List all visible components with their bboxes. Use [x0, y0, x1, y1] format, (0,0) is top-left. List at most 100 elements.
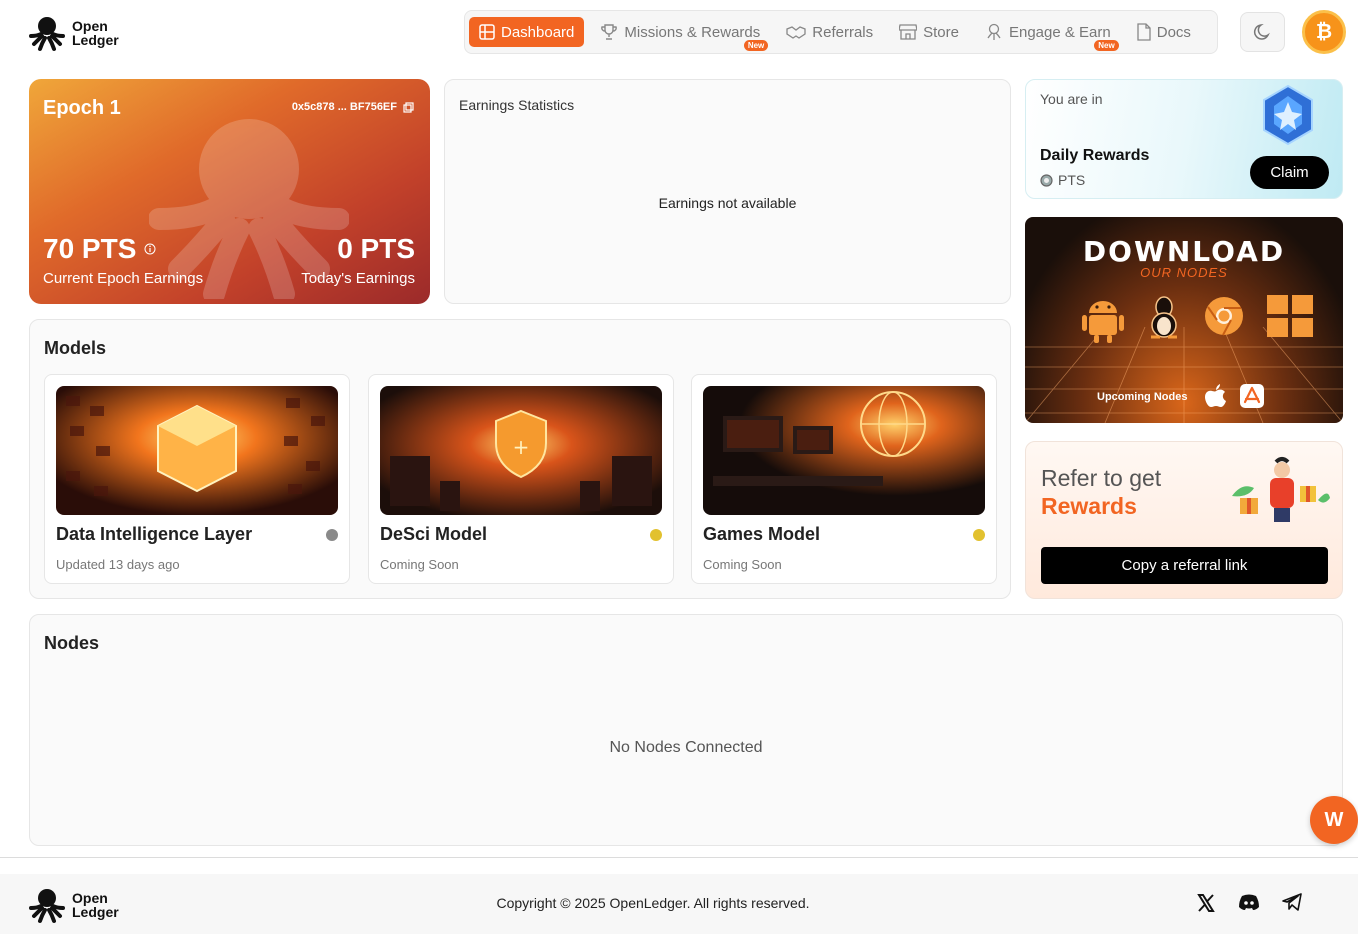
handshake-icon [786, 26, 806, 39]
model-card-desci[interactable]: + DeSci Model Coming Soon [368, 374, 674, 584]
copyright-text: Copyright © 2025 OpenLedger. All rights … [496, 895, 810, 911]
floating-widget-button[interactable]: W [1310, 796, 1358, 844]
refer-heading-line1: Refer to get [1041, 465, 1162, 491]
logo-line1: Open [72, 18, 108, 34]
download-title: DOWNLOAD [1082, 235, 1286, 268]
earnings-empty-state: Earnings not available [658, 195, 797, 211]
app-store-icon [1240, 384, 1264, 408]
openledger-logo[interactable]: Open Ledger [28, 14, 119, 52]
nodes-title: Nodes [44, 633, 100, 653]
telegram-icon[interactable] [1282, 893, 1302, 911]
model-card-games[interactable]: Games Model Coming Soon [691, 374, 997, 584]
claim-button[interactable]: Claim [1250, 156, 1329, 189]
download-subtitle: OUR NODES [1140, 265, 1228, 280]
model-name: DeSci Model [380, 524, 488, 544]
octopus-watermark-icon [149, 119, 349, 299]
download-nodes-banner[interactable]: DOWNLOAD OUR NODES Upcoming Nodes [1025, 217, 1343, 423]
earnings-title: Earnings Statistics [459, 97, 575, 113]
moon-icon [1253, 23, 1270, 40]
new-badge: New [743, 40, 769, 51]
model-image: + [380, 386, 662, 515]
theme-toggle-button[interactable] [1240, 12, 1285, 52]
nav-engage-label: Engage & Earn [1008, 23, 1111, 41]
copy-icon[interactable] [403, 101, 414, 113]
copy-referral-link-button[interactable]: Copy a referral link [1041, 547, 1328, 584]
android-icon [1082, 301, 1124, 343]
discord-icon[interactable] [1238, 893, 1260, 911]
rank-badge-icon [1263, 84, 1313, 146]
new-badge: New [1094, 40, 1119, 51]
model-image [703, 386, 985, 515]
model-image [56, 386, 338, 515]
model-status-dot [973, 529, 985, 541]
refer-card: Refer to get Rewards Copy a referral lin… [1025, 441, 1343, 599]
models-title: Models [44, 338, 107, 358]
footer-divider [0, 857, 1358, 858]
model-name: Data Intelligence Layer [56, 524, 253, 544]
wallet-address: 0x5c878 ... BF756EF [292, 101, 414, 113]
logo-line2: Ledger [72, 32, 119, 48]
today-points-value: 0 PTS [337, 233, 415, 264]
main-nav: Dashboard Missions & Rewards New Referra… [464, 10, 1218, 54]
refer-heading-line2: Rewards [1041, 493, 1137, 519]
model-status: Coming Soon [703, 557, 782, 572]
nav-docs[interactable]: Docs [1127, 17, 1201, 47]
linux-icon [1151, 296, 1177, 339]
daily-rewards-points-label: PTS [1058, 172, 1086, 188]
info-icon[interactable] [144, 243, 156, 255]
nav-docs-label: Docs [1156, 23, 1191, 41]
upcoming-platform-icons [1205, 383, 1265, 409]
model-status: Coming Soon [380, 557, 459, 572]
model-card-data-intelligence[interactable]: Data Intelligence Layer Updated 13 days … [44, 374, 350, 584]
nav-referrals-label: Referrals [812, 23, 874, 41]
desci-lab-illustration: + [380, 386, 662, 515]
model-status-dot [650, 529, 662, 541]
models-section: Models Data Intelligence Layer Updated 1… [29, 319, 1011, 599]
platform-icons [1081, 295, 1313, 343]
octopus-icon [987, 23, 1001, 40]
earnings-statistics-panel: Earnings Statistics Earnings not availab… [444, 79, 1011, 304]
windows-icon [1267, 295, 1313, 337]
daily-rewards-points: PTS [1040, 172, 1085, 188]
model-name: Games Model [703, 524, 821, 544]
wallet-address-text: 0x5c878 ... BF756EF [291, 101, 397, 113]
model-status: Updated 13 days ago [56, 557, 180, 572]
trophy-icon [601, 24, 618, 40]
current-epoch-points: 70 PTS [43, 233, 156, 265]
daily-rewards-pretext: You are in [1040, 91, 1103, 107]
nav-missions-rewards[interactable]: Missions & Rewards New [590, 17, 770, 51]
nodes-empty-state: No Nodes Connected [609, 739, 763, 756]
nav-store[interactable]: Store [889, 17, 969, 47]
nav-missions-label: Missions & Rewards [624, 23, 761, 41]
footer: Open Ledger Copyright © 2025 OpenLedger.… [0, 874, 1358, 934]
nav-dashboard[interactable]: Dashboard [469, 17, 585, 47]
daily-rewards-title: Daily Rewards [1040, 147, 1150, 164]
x-twitter-icon[interactable] [1196, 893, 1216, 913]
grid-icon [479, 24, 495, 40]
upcoming-nodes-label: Upcoming Nodes [1097, 391, 1188, 403]
current-epoch-label: Current Epoch Earnings [43, 270, 204, 287]
apple-icon [1205, 384, 1226, 407]
epoch-title: Epoch 1 [43, 97, 121, 119]
model-status-dot [326, 529, 338, 541]
svg-text:+: + [513, 435, 530, 459]
daily-rewards-card: You are in Daily Rewards PTS Claim [1025, 79, 1343, 199]
nav-engage-earn[interactable]: Engage & Earn New [975, 17, 1121, 51]
epoch-card: Epoch 1 0x5c878 ... BF756EF 70 PTS Curre… [29, 79, 430, 304]
document-icon [1137, 23, 1151, 41]
nodes-section: Nodes No Nodes Connected [29, 614, 1343, 846]
wallet-avatar[interactable]: ₿ [1302, 10, 1346, 54]
points-coin-icon [1040, 173, 1053, 187]
store-icon [899, 24, 918, 40]
today-points-label: Today's Earnings [301, 270, 415, 287]
data-cube-illustration [56, 386, 338, 515]
nav-store-label: Store [923, 23, 959, 41]
chrome-icon [1205, 297, 1243, 336]
games-illustration [703, 386, 985, 515]
social-links [1196, 893, 1302, 913]
current-epoch-points-value: 70 PTS [43, 233, 137, 264]
referral-gift-illustration [1232, 457, 1330, 522]
top-header: Open Ledger Dashboard Missions & Rewards… [0, 0, 1358, 64]
nav-referrals[interactable]: Referrals [776, 17, 883, 47]
nav-dashboard-label: Dashboard [501, 23, 575, 41]
